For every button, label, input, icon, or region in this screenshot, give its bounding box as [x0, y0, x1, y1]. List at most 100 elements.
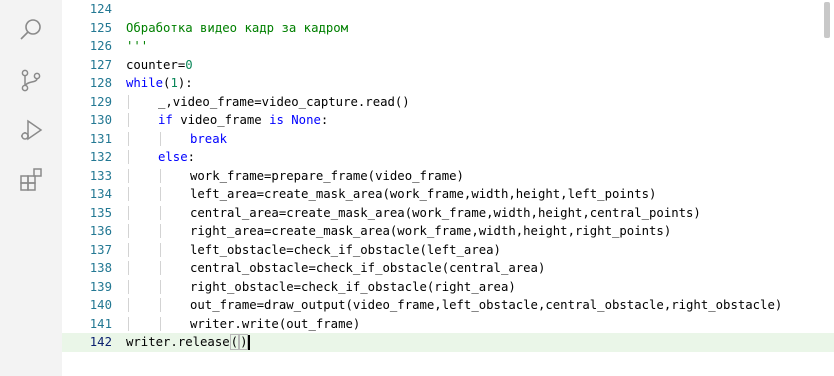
line-number: 132	[89, 150, 112, 165]
code-editor[interactable]: 124 125 Обработка видео кадр за кадром 126 '…	[62, 0, 834, 376]
indent-guide	[128, 261, 129, 276]
code-line[interactable]: 141 writer.write(out_frame)	[62, 315, 834, 334]
code-line[interactable]: 130 if video_frame is None:	[62, 111, 834, 130]
code-line[interactable]: 125 Обработка видео кадр за кадром	[62, 19, 834, 38]
line-number: 130	[89, 113, 112, 128]
code-token: counter=	[126, 57, 186, 72]
code-token: if	[158, 113, 173, 128]
line-code: left_obstacle=check_if_obstacle(left_are…	[126, 242, 501, 257]
indent-guide	[128, 131, 129, 146]
code-token: )	[239, 333, 249, 350]
code-line[interactable]: 142 writer.release()	[62, 333, 834, 352]
line-code: Обработка видео кадр за кадром	[126, 21, 348, 35]
indent-guide	[160, 261, 161, 276]
code-token: 1	[170, 76, 178, 91]
indent-guide	[160, 242, 161, 257]
source-control-icon[interactable]	[13, 62, 49, 98]
code-token: left_area=create_mask_area(work_frame,wi…	[190, 187, 657, 202]
line-number: 127	[89, 57, 112, 72]
indent-guide	[160, 224, 161, 239]
code-line[interactable]: 139 right_obstacle=check_if_obstacle(righ…	[62, 278, 834, 297]
indent-guide	[160, 298, 161, 313]
line-number: 131	[89, 131, 112, 146]
indent-guide	[128, 113, 129, 128]
line-code: else:	[126, 150, 196, 165]
code-line[interactable]: 138 central_obstacle=check_if_obstacle(ce…	[62, 259, 834, 278]
code-token: video_frame	[172, 113, 270, 128]
activity-bar	[0, 0, 62, 376]
code-line[interactable]: 134 left_area=create_mask_area(work_frame…	[62, 185, 834, 204]
code-token: (	[229, 333, 240, 350]
code-token: right_obstacle=check_if_obstacle(right_a…	[190, 279, 516, 294]
extensions-icon[interactable]	[13, 162, 49, 198]
code-token: is	[269, 113, 284, 128]
code-token: writer.release	[126, 334, 230, 349]
line-code: central_obstacle=check_if_obstacle(centr…	[126, 261, 545, 276]
line-code: '''	[126, 39, 148, 53]
code-token: out_frame=draw_output(video_frame,left_o…	[190, 298, 783, 313]
code-token: work_frame=prepare_frame(video_frame)	[190, 168, 464, 183]
indent-guide	[128, 298, 129, 313]
line-number: 129	[89, 94, 112, 109]
code-line[interactable]: 135 central_area=create_mask_area(work_fr…	[62, 204, 834, 223]
indent-guide	[128, 150, 129, 165]
code-line[interactable]: 133 work_frame=prepare_frame(video_frame)	[62, 167, 834, 186]
line-code: work_frame=prepare_frame(video_frame)	[126, 168, 464, 183]
line-code: out_frame=draw_output(video_frame,left_o…	[126, 298, 783, 313]
code-line[interactable]: 126 '''	[62, 37, 834, 56]
code-token: break	[190, 131, 228, 146]
indent-guide	[128, 205, 129, 220]
code-token: left_obstacle=check_if_obstacle(left_are…	[190, 242, 501, 257]
code-line[interactable]: 129 _,video_frame=video_capture.read()	[62, 93, 834, 112]
line-number: 138	[89, 261, 112, 276]
indent-guide	[128, 224, 129, 239]
code-line[interactable]: 124	[62, 0, 834, 19]
code-line[interactable]: 128 while(1):	[62, 74, 834, 93]
line-number: 128	[89, 76, 112, 91]
code-line[interactable]: 140 out_frame=draw_output(video_frame,lef…	[62, 296, 834, 315]
indent-guide	[128, 94, 129, 109]
code-line[interactable]: 136 right_area=create_mask_area(work_fram…	[62, 222, 834, 241]
line-number: 142	[89, 335, 112, 350]
code-token: '''	[126, 39, 149, 54]
code-token: else	[158, 150, 188, 165]
line-number: 125	[89, 20, 112, 35]
line-number: 136	[89, 224, 112, 239]
indent-guide	[128, 316, 129, 331]
indent-guide	[160, 187, 161, 202]
code-line[interactable]: 137 left_obstacle=check_if_obstacle(left_…	[62, 241, 834, 260]
code-token: :	[320, 113, 329, 128]
indent-guide	[160, 131, 161, 146]
line-code: _,video_frame=video_capture.read()	[126, 94, 410, 109]
line-number: 126	[89, 39, 112, 54]
indent-guide	[160, 316, 161, 331]
line-number: 124	[89, 2, 112, 17]
search-icon[interactable]	[13, 12, 49, 48]
indent-guide	[128, 279, 129, 294]
code-token: 0	[185, 57, 193, 72]
line-number: 133	[89, 168, 112, 183]
text-cursor	[248, 334, 250, 350]
line-number: 139	[89, 279, 112, 294]
line-number: 135	[89, 205, 112, 220]
line-number: 141	[89, 316, 112, 331]
code-token: ):	[177, 76, 193, 91]
code-line[interactable]: 132 else:	[62, 148, 834, 167]
line-code: right_obstacle=check_if_obstacle(right_a…	[126, 279, 516, 294]
indent-guide	[128, 168, 129, 183]
run-debug-icon[interactable]	[13, 112, 49, 148]
code-line[interactable]: 127 counter=0	[62, 56, 834, 75]
indent-guide	[160, 205, 161, 220]
code-token: :	[187, 150, 196, 165]
indent-guide	[160, 168, 161, 183]
code-token: None	[291, 113, 321, 128]
code-line[interactable]: 131 break	[62, 130, 834, 149]
line-number: 137	[89, 242, 112, 257]
indent-guide	[160, 279, 161, 294]
line-number: 140	[89, 298, 112, 313]
line-code: central_area=create_mask_area(work_frame…	[126, 205, 701, 220]
line-code: break	[126, 131, 228, 146]
code-token: while	[126, 76, 164, 91]
line-code: writer.release()	[126, 333, 250, 350]
line-code: if video_frame is None:	[126, 113, 329, 128]
